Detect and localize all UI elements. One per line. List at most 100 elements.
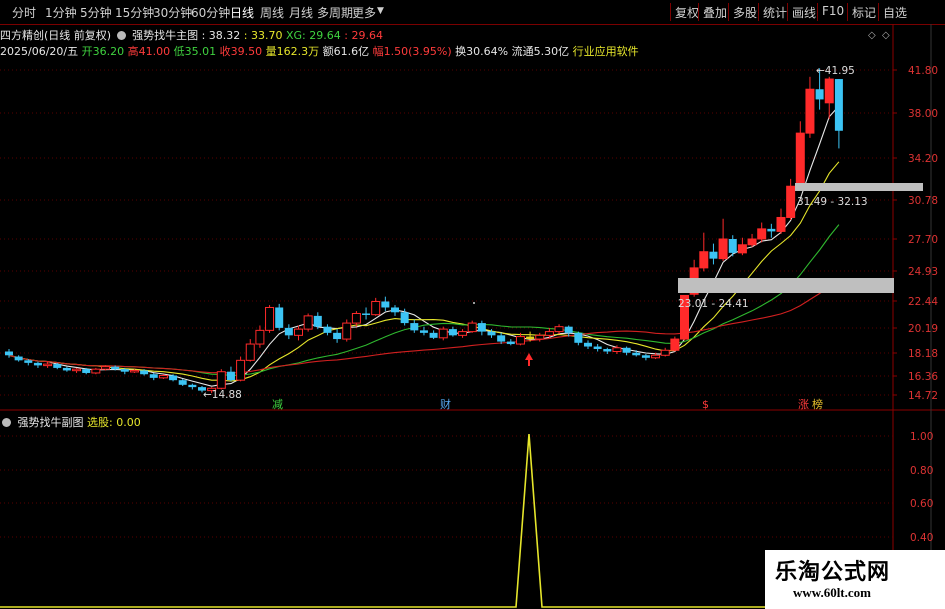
candle-body-up [43, 363, 53, 367]
candle-body-up [438, 328, 448, 339]
candle-body-down [33, 362, 42, 366]
price-axis-label: 24.93 [908, 266, 938, 278]
candle-body-down [140, 370, 149, 375]
candle-body-down [24, 360, 33, 363]
event-marker-1: 财 [440, 397, 451, 411]
event-marker-4: 榜 [812, 397, 823, 411]
candle-body-down [362, 313, 371, 315]
candle-body-up [651, 354, 661, 359]
candle-body-down [526, 336, 535, 340]
candle-body-down [574, 332, 583, 343]
low-mark-label: ←14.88 [203, 389, 242, 401]
candle-body-down [429, 332, 438, 338]
candle-body-down [410, 323, 419, 331]
price-axis-label: 34.20 [908, 153, 938, 165]
candle-body-down [284, 327, 293, 336]
candle-body-down [487, 331, 496, 336]
candle-body-up [612, 347, 622, 353]
support-zone-lower [678, 278, 894, 293]
candle-body-up [129, 369, 139, 373]
price-axis-label: 14.72 [908, 390, 938, 402]
candle-body-up-fill [796, 133, 805, 187]
candle-body-down [178, 380, 187, 385]
candle-body-down [815, 89, 824, 100]
price-axis-label: 41.80 [908, 65, 938, 77]
candle-body-down [82, 369, 91, 373]
candle-body-up-fill [777, 217, 785, 232]
candle-body-down [111, 366, 120, 370]
candle-body-up-fill [738, 244, 747, 253]
candle-body-up [342, 322, 352, 340]
ma-line-10 [8, 161, 840, 382]
candle-body-up [245, 343, 255, 361]
candle-body-down [62, 367, 71, 371]
zone-upper-label: 31.49 - 32.13 [797, 196, 868, 208]
candle-body-up [467, 322, 477, 333]
support-zone-upper [795, 183, 923, 191]
candle-body-up-fill [825, 79, 834, 103]
price-axis-label: 16.36 [908, 371, 938, 383]
price-axis-label: 38.00 [908, 108, 938, 120]
candle-body-down [149, 374, 158, 378]
event-marker-3: 涨 [798, 398, 809, 411]
candle-body-down [477, 323, 486, 332]
candle-body-up [515, 336, 525, 345]
candle-body-up [236, 359, 246, 381]
candle-body-up [535, 334, 545, 340]
candle-body-up-fill [805, 89, 814, 134]
candle-body-up [91, 368, 101, 374]
sub-axis-label: 0.40 [910, 532, 933, 544]
candle-body-up [158, 374, 168, 379]
candle-body-up [660, 349, 670, 356]
kline-chart[interactable]: 23.01 - 24.41 31.49 - 32.13 ←41.95 ←14.88 减 财… [0, 0, 945, 609]
candle-body-down [564, 326, 573, 333]
zone-lower-label: 23.01 - 24.41 [678, 298, 749, 310]
candle-body-down [622, 347, 631, 353]
candle-body-up [303, 315, 313, 330]
candle-body-down [323, 326, 332, 333]
sub-axis-label: 1.00 [910, 431, 933, 443]
signal-line [0, 433, 893, 608]
price-axis-label: 22.44 [908, 296, 938, 308]
candle-body-down [120, 369, 129, 372]
signal-dot [473, 302, 475, 304]
candle-body-up [101, 366, 110, 370]
candle-body-up-fill [757, 228, 766, 239]
candle-body-up [255, 329, 265, 345]
candle-body-down [603, 349, 612, 352]
candle-body-down [593, 346, 602, 350]
candle-body-up [544, 331, 554, 336]
candle-body-up-fill [719, 239, 728, 259]
candle-body-down [381, 301, 390, 308]
candle-body-down [188, 384, 197, 388]
site-watermark: 乐淘公式网 www.60lt.com [765, 550, 945, 609]
candle-body-up [72, 368, 82, 372]
price-axis-label: 30.78 [908, 195, 938, 207]
candle-body-down [333, 332, 342, 340]
candle-body-down [391, 307, 399, 313]
candle-body-down [400, 312, 409, 324]
candle-body-up-fill [699, 251, 708, 268]
candle-body-down [632, 352, 641, 356]
candle-body-down [14, 356, 23, 361]
candle-body-up [371, 300, 381, 316]
candle-body-up [265, 306, 275, 331]
candle-body-up [554, 326, 564, 333]
candle-body-up-fill [748, 239, 757, 245]
candle-body-down [5, 351, 13, 356]
ma-line-5 [8, 105, 840, 387]
candle-body-down [584, 342, 592, 347]
candle-body-down [226, 371, 235, 381]
event-marker-0: 减 [272, 398, 283, 411]
candle-body-down [275, 307, 284, 328]
high-mark-label: ←41.95 [816, 65, 855, 77]
candle-body-up [458, 331, 468, 336]
watermark-title: 乐淘公式网 [775, 559, 891, 585]
candle-body-up [294, 328, 303, 336]
candle-body-down [506, 341, 515, 345]
candle-body-up [216, 371, 226, 389]
price-axis-label: 27.70 [908, 234, 938, 246]
candle-body-up-fill [786, 186, 795, 218]
candle-body-up [351, 312, 361, 324]
candle-body-down [313, 315, 322, 327]
